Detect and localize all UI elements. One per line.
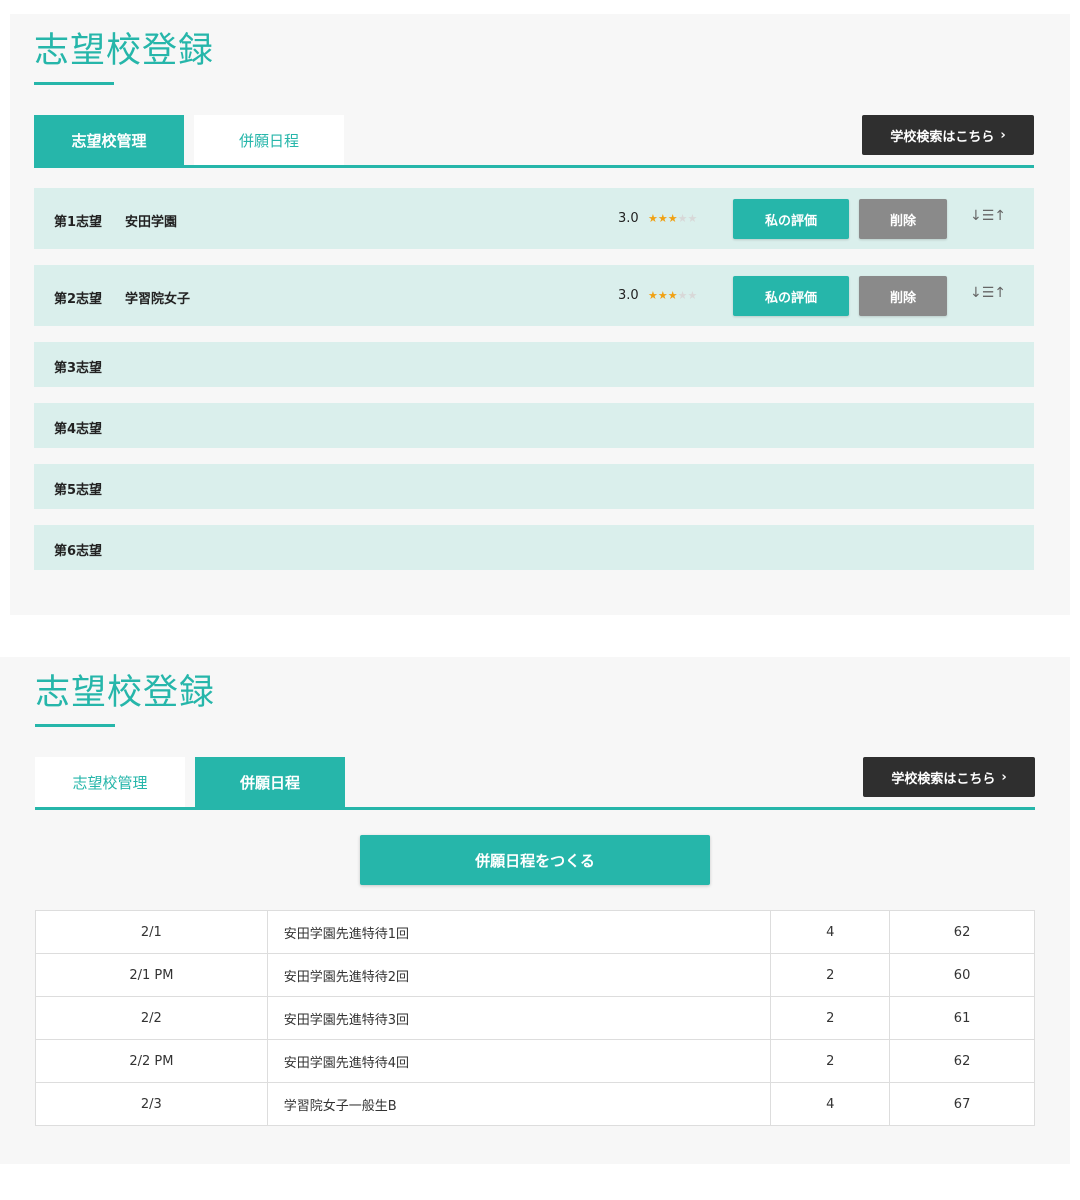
table-row: 2/2 PM 安田学園先進特待4回 2 62 — [35, 1039, 1035, 1083]
exam-deviation: 60 — [889, 953, 1035, 997]
choice-rank: 第2志望 — [54, 292, 103, 307]
star-rating: ★★★★★ — [648, 289, 697, 302]
exam-date: 2/2 PM — [35, 1039, 268, 1083]
tab-schedule[interactable]: 併願日程 — [194, 115, 344, 165]
exam-count: 4 — [770, 910, 891, 954]
star-icon: ★ — [677, 212, 688, 225]
exam-count: 2 — [770, 953, 891, 997]
create-schedule-button[interactable]: 併願日程をつくる — [360, 835, 710, 885]
star-icon: ★ — [648, 212, 658, 225]
exam-deviation: 61 — [889, 996, 1035, 1040]
choice-rank: 第1志望 — [54, 215, 103, 230]
choice-row-1: 第1志望 安田学園 3.0 ★★★★★ 私の評価 削除 ↓☰↑ — [34, 188, 1034, 249]
exam-name: 安田学園先進特待3回 — [266, 996, 772, 1040]
exam-deviation: 62 — [889, 910, 1035, 954]
choice-school-name: 安田学園 — [125, 215, 178, 230]
rating-score: 3.0 — [618, 288, 639, 303]
star-icon: ★ — [687, 212, 698, 225]
choice-rank: 第4志望 — [54, 422, 103, 437]
exam-date: 2/3 — [35, 1082, 268, 1126]
star-icon: ★ — [687, 289, 698, 302]
exam-date: 2/1 PM — [35, 953, 268, 997]
title-underline — [34, 82, 114, 85]
my-evaluation-button[interactable]: 私の評価 — [733, 199, 849, 239]
choice-rank: 第3志望 — [54, 361, 103, 376]
tab-divider — [35, 807, 1035, 810]
sort-icon[interactable]: ↓☰↑ — [970, 285, 1006, 305]
exam-date: 2/2 — [35, 996, 268, 1040]
exam-name: 学習院女子一般生B — [266, 1082, 772, 1126]
choice-row-4[interactable]: 第4志望 — [34, 403, 1034, 448]
school-search-button[interactable]: 学校検索はこちら › — [862, 115, 1034, 155]
page-title: 志望校登録 — [35, 673, 216, 713]
school-search-button[interactable]: 学校検索はこちら › — [863, 757, 1035, 797]
exam-deviation: 67 — [889, 1082, 1035, 1126]
table-row: 2/1 PM 安田学園先進特待2回 2 60 — [35, 953, 1035, 997]
choice-row-6[interactable]: 第6志望 — [34, 525, 1034, 570]
exam-name: 安田学園先進特待1回 — [266, 910, 772, 954]
my-evaluation-button[interactable]: 私の評価 — [733, 276, 849, 316]
tab-schedule[interactable]: 併願日程 — [195, 757, 345, 807]
page-title: 志望校登録 — [34, 31, 215, 71]
star-icon: ★ — [667, 212, 678, 225]
sort-icon[interactable]: ↓☰↑ — [970, 208, 1006, 228]
choice-row-3[interactable]: 第3志望 — [34, 342, 1034, 387]
choice-row-5[interactable]: 第5志望 — [34, 464, 1034, 509]
exam-name: 安田学園先進特待4回 — [266, 1039, 772, 1083]
schedule-table: 2/1 安田学園先進特待1回 4 62 2/1 PM 安田学園先進特待2回 2 … — [35, 910, 1035, 1126]
table-row: 2/3 学習院女子一般生B 4 67 — [35, 1082, 1035, 1126]
school-search-label: 学校検索はこちら — [890, 129, 995, 145]
star-rating: ★★★★★ — [648, 212, 697, 225]
tab-school-management[interactable]: 志望校管理 — [34, 115, 184, 165]
title-underline — [35, 724, 115, 727]
exam-name: 安田学園先進特待2回 — [266, 953, 772, 997]
tab-school-management[interactable]: 志望校管理 — [35, 757, 185, 807]
table-row: 2/1 安田学園先進特待1回 4 62 — [35, 910, 1035, 954]
choice-school-name: 学習院女子 — [125, 292, 191, 307]
exam-count: 4 — [770, 1082, 891, 1126]
star-icon: ★ — [657, 289, 668, 302]
star-icon: ★ — [657, 212, 668, 225]
tab-divider — [34, 165, 1034, 168]
table-row: 2/2 安田学園先進特待3回 2 61 — [35, 996, 1035, 1040]
rating-score: 3.0 — [618, 211, 639, 226]
delete-button[interactable]: 削除 — [859, 199, 947, 239]
star-icon: ★ — [648, 289, 658, 302]
chevron-right-icon: › — [1001, 769, 1007, 785]
star-icon: ★ — [667, 289, 678, 302]
choice-rank: 第6志望 — [54, 544, 103, 559]
exam-count: 2 — [770, 996, 891, 1040]
delete-button[interactable]: 削除 — [859, 276, 947, 316]
star-icon: ★ — [677, 289, 688, 302]
exam-date: 2/1 — [35, 910, 268, 954]
school-search-label: 学校検索はこちら — [891, 771, 996, 787]
exam-count: 2 — [770, 1039, 891, 1083]
choice-row-2: 第2志望 学習院女子 3.0 ★★★★★ 私の評価 削除 ↓☰↑ — [34, 265, 1034, 326]
choice-rank: 第5志望 — [54, 483, 103, 498]
exam-deviation: 62 — [889, 1039, 1035, 1083]
chevron-right-icon: › — [1000, 127, 1006, 143]
